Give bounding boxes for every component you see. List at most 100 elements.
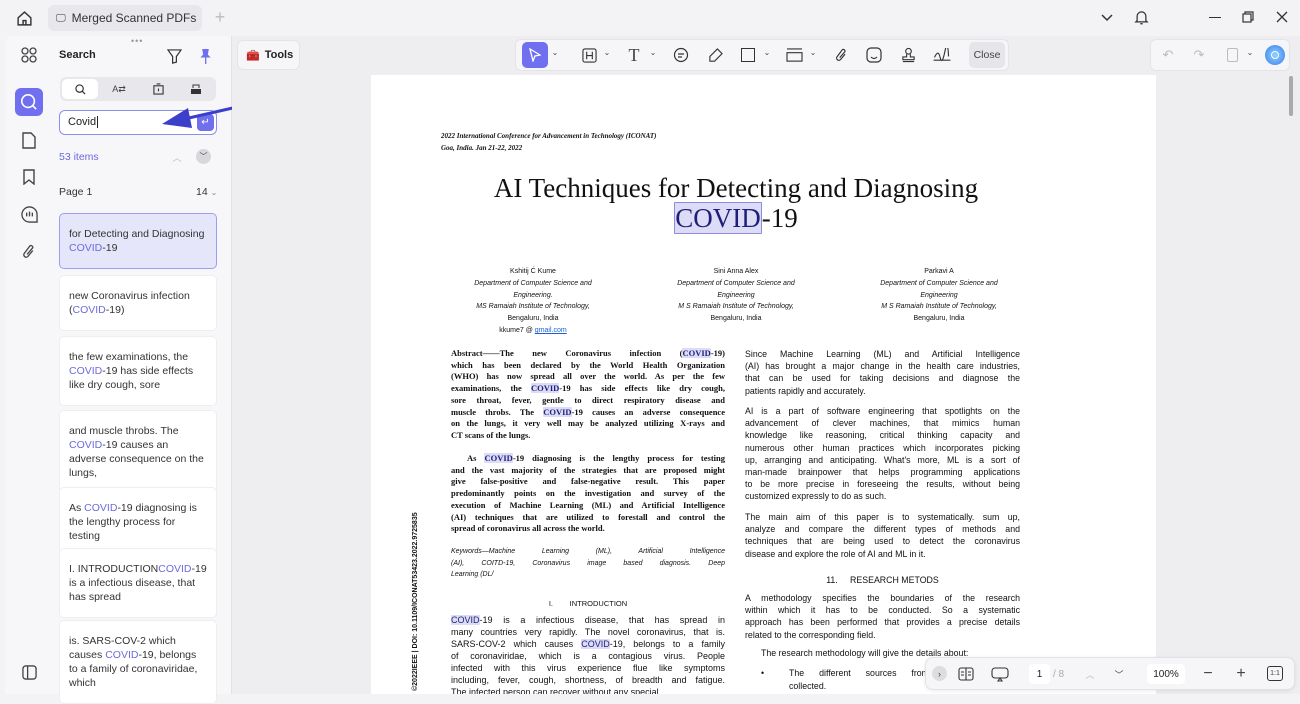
author-line: MS Ramaiah Institute of Technology, — [476, 303, 590, 311]
search-result-item[interactable]: the few examinations, the COVID-19 has s… — [59, 336, 217, 406]
search-result-item[interactable]: new Coronavirus infection (COVID-19) — [59, 275, 217, 331]
minimize-icon[interactable] — [1205, 7, 1225, 27]
search-result-text: is. SARS-COV-2 which causes COVID-19, be… — [69, 635, 198, 689]
text-line: predominantly points on the investigatio… — [451, 488, 725, 499]
author-line: Bengaluru, India — [507, 315, 559, 323]
pin-icon[interactable] — [195, 46, 215, 66]
page-layout-icon[interactable] — [956, 664, 976, 684]
chevron-down-icon[interactable] — [1097, 8, 1117, 28]
stamp-icon[interactable] — [898, 45, 918, 65]
chevron-down-icon[interactable]: ⌄ — [762, 48, 772, 57]
bell-icon[interactable] — [1131, 7, 1151, 27]
search-highlight: COVID — [543, 406, 572, 417]
match-highlight: COVID — [158, 563, 192, 575]
redo-icon[interactable]: ↷ — [1190, 46, 1208, 64]
page-icon[interactable] — [15, 126, 43, 154]
search-icon[interactable] — [15, 88, 43, 116]
author-line: Bengaluru, India — [913, 315, 965, 323]
text-line: examinations, the COVID-19 has side effe… — [451, 383, 725, 394]
highlighter-icon[interactable] — [705, 45, 725, 65]
home-icon[interactable] — [13, 7, 35, 29]
search-highlight: COVID — [581, 639, 610, 649]
author-line: Sini Anna Alex — [713, 268, 759, 275]
bullet-dot: • — [761, 668, 765, 678]
actual-size-icon[interactable]: 1:1 — [1267, 666, 1283, 681]
search-result-item[interactable]: and muscle throbs. The COVID-19 causes a… — [59, 410, 217, 494]
zoom-level[interactable]: 100% — [1147, 664, 1185, 684]
pdf-page: 2022 International Conference for Advanc… — [371, 75, 1156, 694]
ai-assistant-icon[interactable] — [1265, 45, 1285, 65]
save-icon[interactable] — [1223, 46, 1241, 64]
text-line: approach has been performed that provide… — [745, 617, 1020, 628]
total-pages: / 8 — [1053, 669, 1065, 680]
text-line: within which it has to be conducted. So … — [745, 605, 1020, 616]
zoom-out-icon[interactable]: − — [1199, 664, 1217, 684]
zoom-in-icon[interactable]: + — [1232, 664, 1250, 684]
select-tool-icon[interactable] — [522, 42, 548, 68]
maximize-icon[interactable] — [1238, 7, 1258, 27]
rectangle-tool-icon[interactable] — [738, 45, 758, 65]
expand-icon[interactable]: › — [932, 666, 947, 681]
chevron-down-icon[interactable]: ⌄ — [648, 48, 658, 57]
introduction-text: COVID-19 is a infectious disease, that h… — [451, 614, 725, 694]
attach-tool-icon[interactable] — [831, 45, 851, 65]
filter-icon[interactable] — [164, 46, 184, 66]
thumbnails-icon[interactable] — [15, 41, 43, 69]
search-highlight: COVID — [674, 202, 762, 234]
search-result-item[interactable]: is. SARS-COV-2 which causes COVID-19, be… — [59, 620, 217, 704]
chevron-down-icon[interactable]: ⌄ — [550, 48, 560, 57]
previous-result-icon[interactable]: ︿ — [170, 150, 184, 164]
presentation-icon[interactable] — [989, 664, 1011, 684]
attachment-icon[interactable] — [15, 237, 43, 265]
text-line: execution of Machine Learning (ML) and A… — [451, 499, 725, 510]
scrollbar[interactable] — [1289, 76, 1293, 116]
chevron-down-icon[interactable]: ⌄ — [602, 48, 612, 57]
search-result-item[interactable]: I. INTRODUCTIONCOVID-19 is a infectious … — [59, 548, 217, 618]
close-window-icon[interactable] — [1272, 7, 1292, 27]
close-button[interactable]: Close — [969, 42, 1005, 68]
text-line: (AI), COITD-19, Coronavirus image based … — [451, 559, 725, 567]
tab-replace[interactable]: A⇄ — [101, 79, 137, 99]
page-number-input[interactable]: 1 — [1029, 664, 1050, 684]
next-result-icon[interactable]: ﹀ — [196, 149, 211, 164]
panel-drag-handle[interactable]: ••• — [131, 36, 143, 46]
chevron-down-icon[interactable]: ⌄ — [1245, 48, 1255, 57]
text-line: many countries very rapidly. The novel c… — [451, 627, 725, 637]
text-line: including, fever, cough, shortness, of b… — [451, 675, 725, 685]
introduction-heading: I. INTRODUCTION — [548, 599, 628, 608]
annotation-toolbar: ⌄ ⌄ T ⌄ ⌄ ⌄ Close — [515, 39, 1009, 71]
comment-icon[interactable] — [15, 200, 43, 228]
panel-toggle-icon[interactable] — [15, 658, 43, 686]
match-highlight: COVID — [105, 649, 139, 661]
heading-tool-icon[interactable] — [579, 45, 599, 65]
next-page-icon[interactable]: ﹀ — [1110, 665, 1128, 683]
chevron-down-icon[interactable]: ⌄ — [808, 48, 818, 57]
email-link[interactable]: gmail.com — [535, 327, 567, 334]
search-result-item[interactable]: As COVID-19 diagnosing is the lengthy pr… — [59, 487, 217, 557]
page-group-toggle[interactable]: 14 ⌄ — [196, 186, 217, 198]
text-line: spread of coronavirus all across the wor… — [451, 523, 605, 534]
previous-page-icon[interactable]: ︿ — [1081, 665, 1099, 683]
sticker-icon[interactable] — [864, 45, 884, 65]
search-highlight: COVID — [530, 383, 560, 394]
undo-icon[interactable]: ↶ — [1159, 46, 1177, 64]
document-tab[interactable]: 🖵 Merged Scanned PDFs — [48, 5, 202, 31]
comment-tool-icon[interactable] — [671, 45, 691, 65]
page-group-label: Page 1 — [59, 186, 93, 198]
match-highlight: COVID — [84, 502, 118, 514]
text-line: advancement of clever machines, that mim… — [745, 418, 1020, 429]
tools-button[interactable]: 🧰 Tools — [237, 40, 300, 70]
author-line: Engineering — [920, 291, 958, 299]
search-result-item[interactable]: for Detecting and Diagnosing COVID-19 — [59, 213, 217, 269]
signature-icon[interactable] — [931, 45, 953, 65]
search-result-text: I. INTRODUCTIONCOVID-19 is a infectious … — [69, 563, 207, 603]
author-line: Department of Computer Science and — [880, 279, 998, 287]
bookmark-icon[interactable] — [15, 163, 43, 191]
measure-tool-icon[interactable] — [784, 45, 804, 65]
new-tab-icon[interactable]: + — [210, 7, 230, 27]
text-tool-icon[interactable]: T — [624, 45, 644, 65]
tools-label: Tools — [264, 49, 294, 61]
tab-search[interactable] — [62, 79, 98, 99]
author-block: Kshitij Ć Kume Department of Computer Sci… — [433, 266, 633, 337]
text-line: AI is a part of software engineering tha… — [745, 406, 1020, 416]
